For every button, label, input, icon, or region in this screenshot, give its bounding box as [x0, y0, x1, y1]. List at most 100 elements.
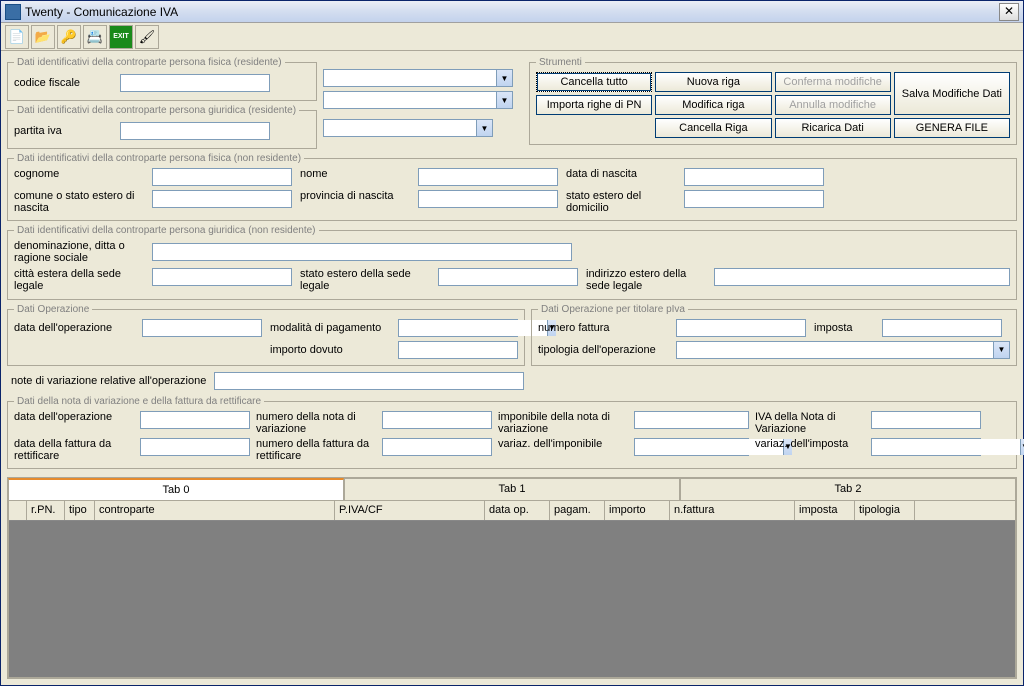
toolbar: 📄 📂 🔑 📇 EXIT 🖌 — [1, 23, 1023, 51]
nuova-riga-button[interactable]: Nuova riga — [655, 72, 771, 92]
note-input[interactable] — [214, 372, 524, 390]
nome-input[interactable] — [418, 168, 558, 186]
comune-input[interactable] — [152, 190, 292, 208]
importo-input[interactable] — [398, 341, 518, 359]
close-icon[interactable]: ✕ — [999, 3, 1019, 21]
label-importo: importo dovuto — [270, 344, 390, 356]
label-stato-sede: stato estero della sede legale — [300, 268, 430, 292]
col-rpn[interactable]: r.PN. — [27, 501, 65, 520]
cancella-riga-button[interactable]: Cancella Riga — [655, 118, 771, 138]
numero-fattura-rett-input[interactable] — [382, 438, 492, 456]
modalita-input[interactable] — [399, 320, 547, 336]
salva-modifiche-button[interactable]: Salva Modifiche Dati — [894, 72, 1010, 115]
combo-2[interactable]: ▼ — [323, 91, 513, 109]
annulla-modifiche-button[interactable]: Annulla modifiche — [775, 95, 891, 115]
col-imposta[interactable]: imposta — [795, 501, 855, 520]
col-piva[interactable]: P.IVA/CF — [335, 501, 485, 520]
col-tipologia[interactable]: tipologia — [855, 501, 915, 520]
legend-pg-res: Dati identificativi della controparte pe… — [14, 105, 299, 116]
combo-1[interactable]: ▼ — [323, 69, 513, 87]
tab-2[interactable]: Tab 2 — [680, 478, 1016, 500]
chevron-down-icon[interactable]: ▼ — [496, 92, 512, 108]
tab-1[interactable]: Tab 1 — [344, 478, 680, 500]
group-titolare: Dati Operazione per titolare pIva numero… — [531, 304, 1017, 366]
modalita-combo[interactable]: ▼ — [398, 319, 518, 337]
stato-estero-input[interactable] — [684, 190, 824, 208]
label-numero-fattura-rett: numero della fattura da rettificare — [256, 438, 376, 462]
numero-fattura-input[interactable] — [676, 319, 806, 337]
key-icon[interactable]: 🔑 — [57, 25, 81, 49]
chevron-down-icon[interactable]: ▼ — [496, 70, 512, 86]
combo-3-input[interactable] — [324, 120, 476, 136]
data-grid[interactable]: r.PN. tipo controparte P.IVA/CF data op.… — [8, 500, 1016, 678]
tipologia-input[interactable] — [677, 342, 993, 358]
data-fattura-input[interactable] — [140, 438, 250, 456]
combo-3[interactable]: ▼ — [323, 119, 493, 137]
label-data-nascita: data di nascita — [566, 168, 676, 180]
grid-body[interactable] — [9, 521, 1015, 677]
tabs-container: Tab 0 Tab 1 Tab 2 r.PN. tipo controparte… — [7, 477, 1017, 679]
label-numero-fattura: numero fattura — [538, 322, 668, 334]
variaz-imponibile-combo[interactable]: ▼ — [634, 438, 749, 456]
ricarica-dati-button[interactable]: Ricarica Dati — [775, 118, 891, 138]
chevron-down-icon[interactable]: ▼ — [1020, 439, 1024, 455]
imponibile-input[interactable] — [634, 411, 749, 429]
col-pagam[interactable]: pagam. — [550, 501, 605, 520]
cognome-input[interactable] — [152, 168, 292, 186]
label-stato-estero: stato estero del domicilio — [566, 190, 676, 214]
partita-iva-input[interactable] — [120, 122, 270, 140]
label-numero-nota: numero della nota di variazione — [256, 411, 376, 435]
imposta-input[interactable] — [882, 319, 1002, 337]
numero-nota-input[interactable] — [382, 411, 492, 429]
print-icon[interactable]: 📇 — [83, 25, 107, 49]
brush-icon[interactable]: 🖌 — [135, 25, 159, 49]
label-data-fattura: data della fattura da rettificare — [14, 438, 134, 462]
col-dataop[interactable]: data op. — [485, 501, 550, 520]
conferma-modifiche-button[interactable]: Conferma modifiche — [775, 72, 891, 92]
window-title: Twenty - Comunicazione IVA — [25, 5, 999, 19]
titlebar: Twenty - Comunicazione IVA ✕ — [1, 1, 1023, 23]
variaz-imposta-combo[interactable]: ▼ — [871, 438, 981, 456]
group-pg-nonres: Dati identificativi della controparte pe… — [7, 225, 1017, 299]
label-nota-dataop: data dell'operazione — [14, 411, 134, 423]
col-nfattura[interactable]: n.fattura — [670, 501, 795, 520]
group-pg-residente: Dati identificativi della controparte pe… — [7, 105, 317, 149]
label-note: note di variazione relative all'operazio… — [11, 375, 206, 387]
chevron-down-icon[interactable]: ▼ — [993, 342, 1009, 358]
genera-file-button[interactable]: GENERA FILE — [894, 118, 1010, 138]
denominazione-input[interactable] — [152, 243, 572, 261]
label-comune: comune o stato estero di nascita — [14, 190, 144, 214]
iva-nota-input[interactable] — [871, 411, 981, 429]
legend-pf-nonres: Dati identificativi della controparte pe… — [14, 153, 304, 164]
legend-titolare: Dati Operazione per titolare pIva — [538, 304, 688, 315]
citta-input[interactable] — [152, 268, 292, 286]
nota-dataop-input[interactable] — [140, 411, 250, 429]
label-denominazione: denominazione, ditta o ragione sociale — [14, 240, 144, 264]
legend-operazione: Dati Operazione — [14, 304, 92, 315]
indirizzo-input[interactable] — [714, 268, 1010, 286]
label-iva-nota: IVA della Nota di Variazione — [755, 411, 865, 435]
col-tipo[interactable]: tipo — [65, 501, 95, 520]
provincia-input[interactable] — [418, 190, 558, 208]
col-controparte[interactable]: controparte — [95, 501, 335, 520]
legend-nota: Dati della nota di variazione e della fa… — [14, 396, 264, 407]
chevron-down-icon[interactable]: ▼ — [476, 120, 492, 136]
data-operazione-input[interactable] — [142, 319, 262, 337]
tab-0[interactable]: Tab 0 — [8, 478, 344, 500]
stato-sede-input[interactable] — [438, 268, 578, 286]
codice-fiscale-input[interactable] — [120, 74, 270, 92]
col-selector[interactable] — [9, 501, 27, 520]
group-strumenti: Strumenti Cancella tutto Nuova riga Conf… — [529, 57, 1017, 145]
modifica-riga-button[interactable]: Modifica riga — [655, 95, 771, 115]
open-icon[interactable]: 📂 — [31, 25, 55, 49]
importa-righe-button[interactable]: Importa righe di PN — [536, 95, 652, 115]
col-importo[interactable]: importo — [605, 501, 670, 520]
cancella-tutto-button[interactable]: Cancella tutto — [536, 72, 652, 92]
combo-2-input[interactable] — [324, 92, 496, 108]
variaz-imposta-input[interactable] — [872, 439, 1020, 455]
data-nascita-input[interactable] — [684, 168, 824, 186]
doc-icon[interactable]: 📄 — [5, 25, 29, 49]
tipologia-combo[interactable]: ▼ — [676, 341, 1010, 359]
combo-1-input[interactable] — [324, 70, 496, 86]
exit-icon[interactable]: EXIT — [109, 25, 133, 49]
